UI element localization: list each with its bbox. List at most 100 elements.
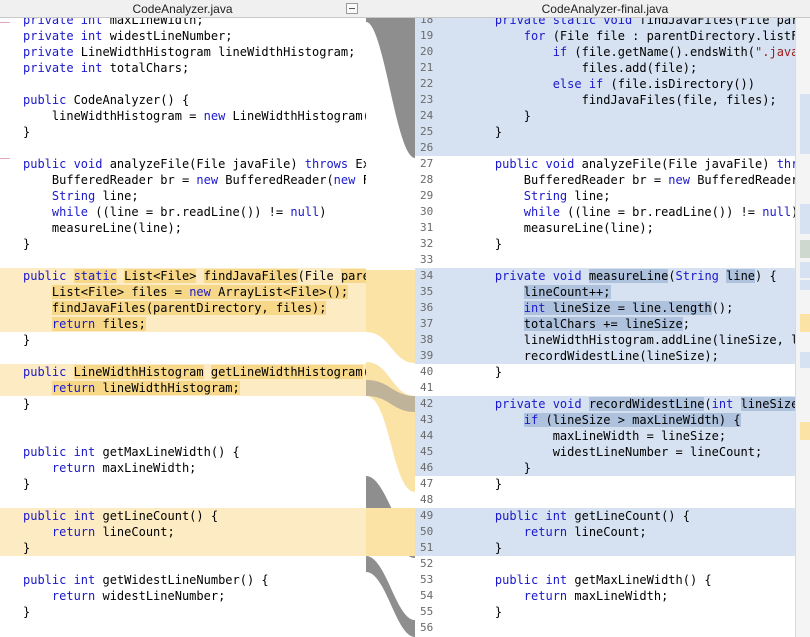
- right-code-line[interactable]: 35 lineCount++;: [415, 284, 795, 300]
- right-code-line[interactable]: 20 if (file.getName().endsWith(".java")): [415, 44, 795, 60]
- right-code-line[interactable]: 19 for (File file : parentDirectory.list…: [415, 28, 795, 44]
- code-text: public int getLineCount() {: [466, 508, 690, 524]
- right-code-line[interactable]: 41: [415, 380, 795, 396]
- left-code-line[interactable]: measureLine(line);: [0, 220, 366, 236]
- code-text: String line;: [466, 188, 611, 204]
- left-code-line[interactable]: public static List<File> findJavaFiles(F…: [0, 268, 366, 284]
- right-code-line[interactable]: 22 else if (file.isDirectory()): [415, 76, 795, 92]
- right-code-line[interactable]: 32 }: [415, 236, 795, 252]
- code-text: return maxLineWidth;: [466, 588, 669, 604]
- code-token: }: [23, 333, 31, 347]
- left-code-line[interactable]: public void analyzeFile(File javaFile) t…: [0, 156, 366, 172]
- collapse-pane-button[interactable]: [346, 3, 358, 14]
- code-text: }: [466, 540, 502, 556]
- left-code-line[interactable]: findJavaFiles(parentDirectory, files);: [0, 300, 366, 316]
- code-token: String: [675, 269, 727, 283]
- right-code-line[interactable]: 29 String line;: [415, 188, 795, 204]
- right-code-line[interactable]: 27 public void analyzeFile(File javaFile…: [415, 156, 795, 172]
- left-code-line[interactable]: private LineWidthHistogram lineWidthHist…: [0, 44, 366, 60]
- line-number: 24: [420, 109, 434, 122]
- right-code-line[interactable]: 40 }: [415, 364, 795, 380]
- code-token: }: [466, 125, 503, 139]
- right-code-line[interactable]: 46 }: [415, 460, 795, 476]
- right-code-pane[interactable]: 18 private static void findJavaFiles(Fil…: [415, 18, 795, 637]
- right-code-line[interactable]: 50 return lineCount;: [415, 524, 795, 540]
- left-code-line[interactable]: }: [0, 604, 366, 620]
- left-code-line[interactable]: public CodeAnalyzer() {: [0, 92, 366, 108]
- left-code-line[interactable]: List<File> files = new ArrayList<File>()…: [0, 284, 366, 300]
- left-code-line[interactable]: private int maxLineWidth;: [0, 18, 366, 28]
- code-token: return: [51, 381, 103, 395]
- right-code-line[interactable]: 48: [415, 492, 795, 508]
- left-code-line[interactable]: private int totalChars;: [0, 60, 366, 76]
- right-code-line[interactable]: 28 BufferedReader br = new BufferedReade…: [415, 172, 795, 188]
- left-code-line[interactable]: }: [0, 476, 366, 492]
- right-code-line[interactable]: 42 private void recordWidestLine(int lin…: [415, 396, 795, 412]
- right-code-line[interactable]: 51 }: [415, 540, 795, 556]
- right-code-line[interactable]: 24 }: [415, 108, 795, 124]
- code-text: for (File file : parentDirectory.listFil…: [466, 28, 795, 44]
- right-code-line[interactable]: 30 while ((line = br.readLine()) != null…: [415, 204, 795, 220]
- left-code-line[interactable]: while ((line = br.readLine()) != null): [0, 204, 366, 220]
- right-code-line[interactable]: 25 }: [415, 124, 795, 140]
- left-code-line[interactable]: BufferedReader br = new BufferedReader(n…: [0, 172, 366, 188]
- left-code-line[interactable]: }: [0, 540, 366, 556]
- right-code-line[interactable]: 34 private void measureLine(String line)…: [415, 268, 795, 284]
- left-code-line[interactable]: private int widestLineNumber;: [0, 28, 366, 44]
- right-code-line[interactable]: 21 files.add(file);: [415, 60, 795, 76]
- connector-changed-3: [366, 508, 415, 556]
- left-code-line[interactable]: }: [0, 332, 366, 348]
- left-code-line[interactable]: public int getLineCount() {: [0, 508, 366, 524]
- left-code-line[interactable]: }: [0, 124, 366, 140]
- left-code-line[interactable]: return widestLineNumber;: [0, 588, 366, 604]
- left-code-line[interactable]: }: [0, 236, 366, 252]
- left-code-line[interactable]: public LineWidthHistogram getLineWidthHi…: [0, 364, 366, 380]
- code-token: void: [552, 269, 589, 283]
- right-code-line[interactable]: 39 recordWidestLine(lineSize);: [415, 348, 795, 364]
- code-token: findJavaFiles: [203, 269, 298, 283]
- left-code-line[interactable]: return files;: [0, 316, 366, 332]
- right-code-line[interactable]: 26: [415, 140, 795, 156]
- right-code-line[interactable]: 55 }: [415, 604, 795, 620]
- left-code-pane[interactable]: private int maxLineWidth; private int wid…: [0, 18, 366, 637]
- right-code-line[interactable]: 53 public int getMaxLineWidth() {: [415, 572, 795, 588]
- left-code-line[interactable]: lineWidthHistogram = new LineWidthHistog…: [0, 108, 366, 124]
- code-token: String: [51, 189, 103, 203]
- left-code-line[interactable]: public int getMaxLineWidth() {: [0, 444, 366, 460]
- right-code-line[interactable]: 31 measureLine(line);: [415, 220, 795, 236]
- right-code-line[interactable]: 43 if (lineSize > maxLineWidth) {: [415, 412, 795, 428]
- code-text: widestLineNumber = lineCount;: [466, 444, 763, 460]
- code-token: private: [23, 61, 81, 75]
- code-token: }: [466, 541, 503, 555]
- code-token: ((line = br.readLine()) !=: [95, 205, 291, 219]
- right-code-line[interactable]: 45 widestLineNumber = lineCount;: [415, 444, 795, 460]
- right-code-line[interactable]: 54 return maxLineWidth;: [415, 588, 795, 604]
- right-code-line[interactable]: 49 public int getLineCount() {: [415, 508, 795, 524]
- code-token: }: [466, 477, 503, 491]
- left-code-line[interactable]: }: [0, 396, 366, 412]
- right-code-line[interactable]: 38 lineWidthHistogram.addLine(lineSize, …: [415, 332, 795, 348]
- left-code-line[interactable]: return maxLineWidth;: [0, 460, 366, 476]
- right-code-line[interactable]: 52: [415, 556, 795, 572]
- line-number: 40: [420, 365, 434, 378]
- right-code-line[interactable]: 37 totalChars += lineSize;: [415, 316, 795, 332]
- right-code-line[interactable]: 23 findJavaFiles(file, files);: [415, 92, 795, 108]
- left-code-line[interactable]: return lineCount;: [0, 524, 366, 540]
- right-code-line[interactable]: 36 int lineSize = line.length();: [415, 300, 795, 316]
- overview-mark-moved-1: [800, 240, 810, 258]
- code-token: BufferedReader(: [225, 173, 334, 187]
- left-code-line[interactable]: return lineWidthHistogram;: [0, 380, 366, 396]
- vertical-scrollbar[interactable]: [795, 18, 810, 637]
- code-token: measureLine: [588, 269, 669, 283]
- right-code-line[interactable]: 56: [415, 620, 795, 636]
- right-code-line[interactable]: 47 }: [415, 476, 795, 492]
- right-code-line[interactable]: 18 private static void findJavaFiles(Fil…: [415, 18, 795, 28]
- code-token: static: [552, 18, 604, 27]
- code-token: new: [189, 285, 219, 299]
- right-code-line[interactable]: 33: [415, 252, 795, 268]
- left-code-line[interactable]: String line;: [0, 188, 366, 204]
- right-code-line[interactable]: 44 maxLineWidth = lineSize;: [415, 428, 795, 444]
- left-code-line[interactable]: public int getWidestLineNumber() {: [0, 572, 366, 588]
